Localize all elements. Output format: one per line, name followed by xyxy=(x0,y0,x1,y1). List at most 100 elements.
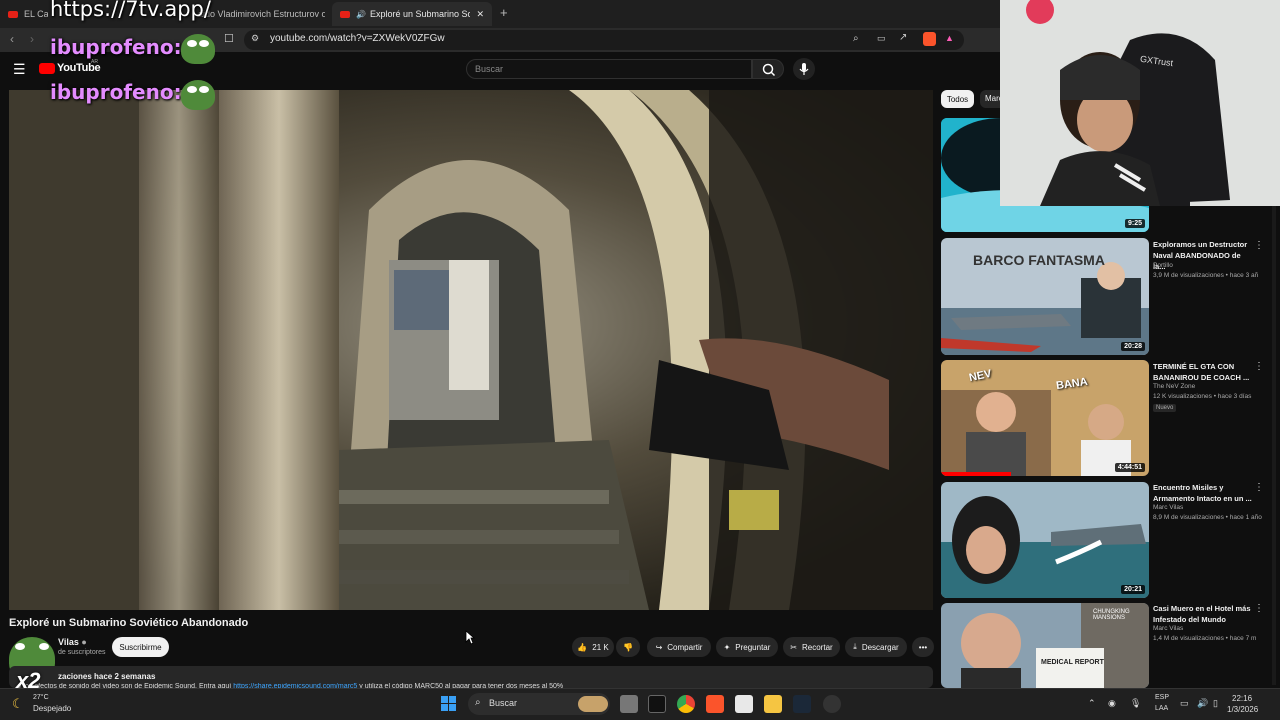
epic-games-icon[interactable] xyxy=(648,695,666,713)
windows-logo-icon xyxy=(441,696,456,711)
steam-icon[interactable] xyxy=(793,695,811,713)
weather-desc[interactable]: Despejado xyxy=(33,704,71,713)
chat-message-1: ibuprofeno: xyxy=(50,35,182,59)
microphone-tray-icon[interactable]: 🎙 xyxy=(1130,698,1141,709)
more-icon[interactable]: ⋮ xyxy=(1254,240,1264,251)
weather-temp[interactable]: 27°C xyxy=(33,694,49,701)
sidebar-meta-3: 12 K visualizaciones • hace 3 días xyxy=(1153,393,1252,400)
download-button[interactable]: ⤓ Descargar xyxy=(845,637,907,657)
language-code[interactable]: ESP xyxy=(1155,694,1169,701)
windows-start-icon[interactable] xyxy=(441,696,456,711)
keyboard-layout[interactable]: LAA xyxy=(1155,705,1168,712)
sidebar-thumb-2[interactable]: BARCO FANTASMA 20:28 xyxy=(941,238,1149,355)
youtube-logo-icon[interactable] xyxy=(39,63,55,74)
forward-icon[interactable]: › xyxy=(30,32,34,46)
sidebar-title-3[interactable]: TERMINÉ EL GTA CON BANANIROU DE COACH ..… xyxy=(1153,361,1253,383)
more-icon[interactable]: ⋮ xyxy=(1254,361,1264,372)
stream-url-overlay: https://7tv.app/ xyxy=(50,0,211,21)
sidebar-thumb-5[interactable]: CHUNGKING MANSIONS MEDICAL REPORT xyxy=(941,603,1149,688)
tab-active[interactable]: 🔊 Exploré un Submarino Soviético ✕ xyxy=(332,2,492,26)
file-explorer-icon[interactable] xyxy=(764,695,782,713)
bookmark-icon[interactable]: ☐ xyxy=(224,32,234,45)
channel-name[interactable]: Vilas ● xyxy=(58,637,87,647)
duration-badge: 4:44:51 xyxy=(1114,463,1145,472)
sidebar-title-5[interactable]: Casi Muero en el Hotel más Infestado del… xyxy=(1153,603,1253,625)
chat-message-2: ibuprofeno: xyxy=(50,80,182,104)
discord-icon[interactable]: ◉ xyxy=(1108,698,1116,709)
clip-label: Recortar xyxy=(802,642,833,652)
youtube-favicon-icon xyxy=(8,10,18,18)
webcam-image xyxy=(1000,0,1280,206)
like-button[interactable]: 👍 21 K xyxy=(572,637,614,657)
clock-date[interactable]: 1/3/2026 xyxy=(1227,705,1258,714)
search-icon xyxy=(762,63,776,77)
sidebar-channel-2[interactable]: Portillo xyxy=(1153,262,1173,269)
task-view-icon[interactable] xyxy=(620,695,638,713)
url-text: youtube.com/watch?v=ZXWekV0ZFGw xyxy=(270,33,445,44)
more-actions-button[interactable]: ••• xyxy=(912,637,934,657)
new-tab-icon[interactable]: + xyxy=(500,5,508,20)
volume-icon[interactable]: 🔊 xyxy=(1197,698,1208,709)
share-icon[interactable]: ↗ xyxy=(899,32,907,43)
sidebar-channel-5[interactable]: Marc Vilas xyxy=(1153,625,1183,632)
search-highlight-icon[interactable] xyxy=(578,696,608,712)
voice-search-button[interactable] xyxy=(793,58,815,80)
video-player[interactable] xyxy=(9,90,933,610)
obs-icon[interactable] xyxy=(823,695,841,713)
new-badge: Nuevo xyxy=(1153,404,1177,412)
download-label: Descargar xyxy=(861,642,899,652)
verified-icon: ● xyxy=(81,637,87,647)
download-icon: ⤓ xyxy=(853,642,857,651)
thumb-4-image xyxy=(941,482,1149,598)
moon-weather-icon[interactable]: ☾ xyxy=(12,696,24,712)
thumbs-down-icon: 👎 xyxy=(623,642,633,652)
scissors-icon: ✂ xyxy=(790,642,797,652)
share-button[interactable]: ↪ Compartir xyxy=(647,637,711,657)
dislike-button[interactable]: 👎 xyxy=(616,637,640,657)
close-tab-icon[interactable]: ✕ xyxy=(476,9,484,20)
youtube-favicon-icon xyxy=(340,10,350,18)
clock-time[interactable]: 22:16 xyxy=(1232,694,1252,703)
back-icon[interactable]: ‹ xyxy=(10,32,14,46)
share-label: Compartir xyxy=(667,642,703,652)
subscribe-button[interactable]: Suscribirme xyxy=(112,637,169,657)
menu-icon[interactable]: ☰ xyxy=(13,61,26,78)
webcam-overlay: GXTrust xyxy=(1000,0,1280,206)
duration-badge: 20:21 xyxy=(1121,585,1145,594)
sidebar-scrollbar[interactable] xyxy=(1272,200,1276,685)
brave-rewards-icon[interactable]: ▲ xyxy=(945,33,954,43)
sidebar-thumb-3[interactable]: NEV BANA 4:44:51 xyxy=(941,360,1149,476)
thumbs-up-icon: 👍 xyxy=(577,642,588,652)
ask-button[interactable]: ✦ Preguntar xyxy=(716,637,778,657)
tab-1[interactable]: EL Cap xyxy=(0,2,48,26)
ask-label: Preguntar xyxy=(735,642,771,652)
chip-all[interactable]: Todos xyxy=(941,90,974,108)
network-icon[interactable]: ▭ xyxy=(1180,698,1189,709)
sidebar-title-4[interactable]: Encuentro Misiles y Armamento Intacto en… xyxy=(1153,482,1253,504)
brave-icon[interactable] xyxy=(706,695,724,713)
sidebar-meta-2: 3,9 M de visualizaciones • hace 3 añ xyxy=(1153,272,1259,279)
video-frame xyxy=(9,90,933,610)
tray-chevron-icon[interactable]: ⌃ xyxy=(1088,698,1096,709)
site-settings-icon[interactable]: ⚙ xyxy=(251,33,259,44)
pepe-emote-icon xyxy=(181,34,215,64)
sidebar-channel-3[interactable]: The NeV Zone xyxy=(1153,383,1195,390)
chrome-icon[interactable] xyxy=(677,695,695,713)
sidebar-channel-4[interactable]: Marc Vilas xyxy=(1153,504,1183,511)
battery-icon[interactable]: ▯ xyxy=(1213,698,1218,709)
zoom-icon[interactable]: ⌕ xyxy=(853,33,859,44)
thumb-5-text-2: CHUNGKING MANSIONS xyxy=(1093,609,1130,621)
cast-icon[interactable]: ▭ xyxy=(877,33,886,44)
search-input[interactable]: Buscar xyxy=(466,59,752,79)
more-icon[interactable]: ⋮ xyxy=(1254,482,1264,493)
tab-1-label: EL Cap xyxy=(24,9,48,19)
sidebar-meta-4: 8,9 M de visualizaciones • hace 1 año xyxy=(1153,514,1262,521)
more-icon[interactable]: ⋮ xyxy=(1254,603,1264,614)
more-icon: ••• xyxy=(918,642,928,652)
sidebar-thumb-4[interactable]: 20:21 xyxy=(941,482,1149,598)
search-button[interactable] xyxy=(752,59,784,79)
brave-shield-icon[interactable] xyxy=(923,32,936,46)
thumb-2-text: BARCO FANTASMA xyxy=(973,252,1105,268)
microsoft-store-icon[interactable] xyxy=(735,695,753,713)
clip-button[interactable]: ✂ Recortar xyxy=(783,637,840,657)
